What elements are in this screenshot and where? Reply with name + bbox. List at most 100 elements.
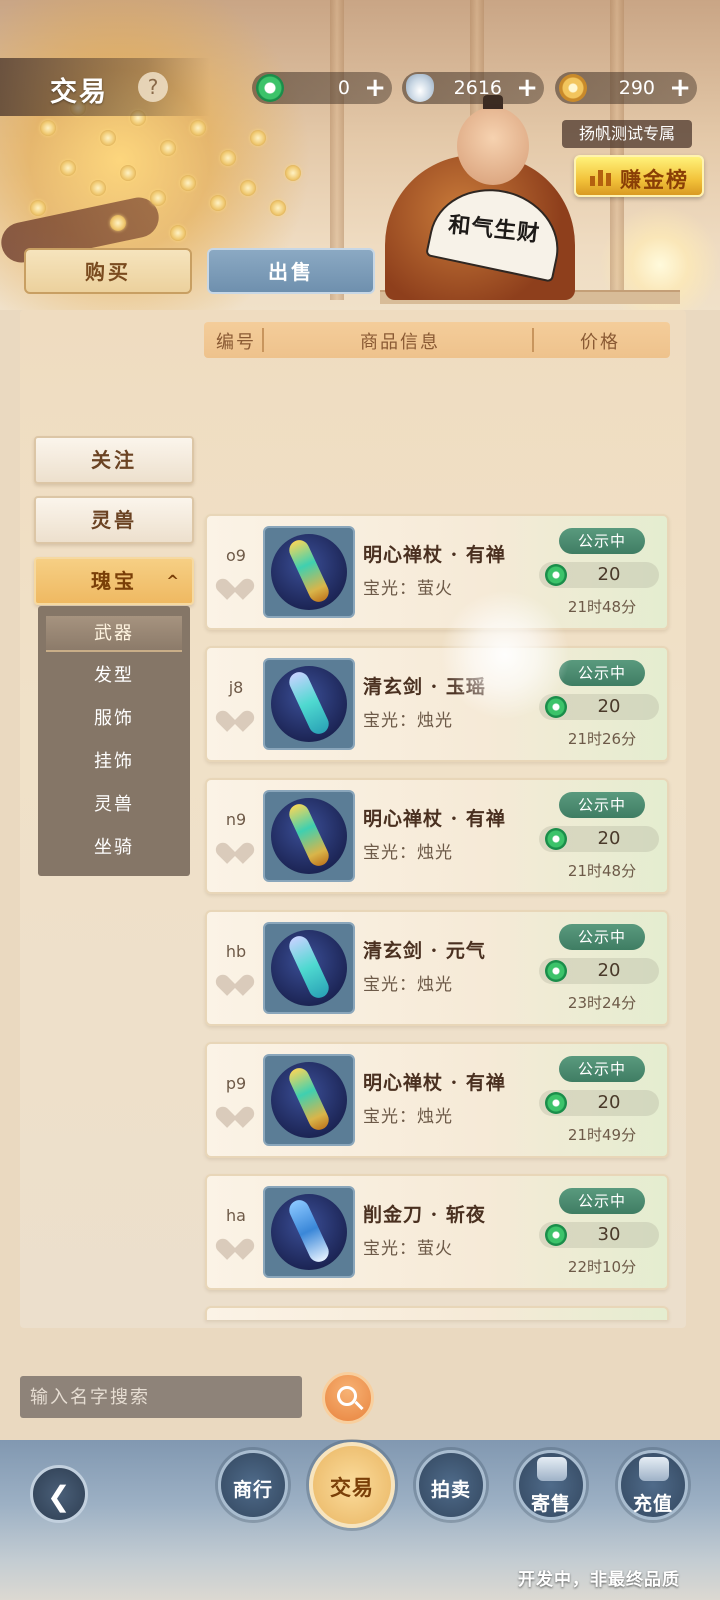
heart-icon[interactable] (222, 1230, 248, 1252)
submenu-item-hairstyle[interactable]: 发型 (38, 658, 190, 694)
earnings-rank-button[interactable]: 赚金榜 (574, 155, 704, 197)
listing-glow: 宝光：烛光 (363, 843, 453, 863)
sidebar-item-spirit-beast[interactable]: 灵兽 (34, 496, 194, 544)
listing-code: n9 (225, 810, 247, 829)
sidebar-item-treasure[interactable]: 瑰宝 ^ (34, 557, 194, 605)
search-input[interactable] (20, 1376, 302, 1418)
test-tag: 扬帆测试专属 (562, 120, 692, 148)
listing-row[interactable]: ha 削金刀 · 斩夜 宝光：萤火 公示中 30 22时10分 (205, 1174, 669, 1290)
listing-code: hb (225, 942, 247, 961)
submenu-item-accessory[interactable]: 挂饰 (38, 744, 190, 780)
nav-trade[interactable]: 交易 (309, 1442, 395, 1528)
listing-time: 21时48分 (567, 598, 637, 616)
gold-coin-icon (559, 74, 587, 102)
nav-auction-label: 拍卖 (430, 1479, 471, 1501)
search-button[interactable] (322, 1372, 374, 1424)
listing-row[interactable]: o9 明心禅杖 · 有禅 宝光：萤火 公示中 20 21时48分 (205, 514, 669, 630)
listing-price: 20 (539, 958, 659, 984)
item-thumbnail (263, 526, 355, 618)
currency-jade-value: 0 (337, 77, 350, 99)
bar-chart-icon (590, 168, 612, 186)
nav-auction[interactable]: 拍卖 (416, 1450, 486, 1520)
heart-icon[interactable] (222, 834, 248, 856)
listing-name: 清玄剑 · 玉瑶 (363, 676, 486, 698)
heart-icon[interactable] (222, 966, 248, 988)
listing-name: 明心禅杖 · 有禅 (363, 1072, 506, 1094)
jade-icon (545, 828, 567, 850)
help-icon[interactable]: ? (138, 72, 168, 102)
currency-silver: 2616 + (402, 72, 544, 104)
listing-glow: 宝光：萤火 (363, 1239, 453, 1259)
listing-glow: 宝光：萤火 (363, 579, 453, 599)
listing-price: 20 (539, 694, 659, 720)
price-value: 20 (597, 1092, 621, 1113)
listing-time: 21时49分 (567, 1126, 637, 1144)
status-badge: 公示中 (559, 1188, 645, 1214)
add-jade-button[interactable]: + (364, 73, 386, 103)
currency-gold-value: 290 (618, 77, 655, 99)
price-value: 20 (597, 696, 621, 717)
title-plate: 交易 ? (0, 58, 210, 116)
recharge-icon (639, 1457, 669, 1481)
sidebar-item-follow[interactable]: 关注 (34, 436, 194, 484)
listing-time: 23时24分 (567, 994, 637, 1012)
fan-text: 和气生财 (447, 211, 542, 248)
earnings-rank-label: 赚金榜 (620, 167, 689, 192)
item-thumbnail (263, 922, 355, 1014)
listing-time: 22时10分 (567, 1258, 637, 1276)
jade-icon (545, 564, 567, 586)
listing-glow: 宝光：烛光 (363, 975, 453, 995)
submenu-item-mount[interactable]: 坐骑 (38, 830, 190, 866)
listing-row[interactable]: p9 明心禅杖 · 有禅 宝光：烛光 公示中 20 21时49分 (205, 1042, 669, 1158)
listing-time: 21时48分 (567, 862, 637, 880)
heart-icon[interactable] (222, 570, 248, 592)
nav-recharge[interactable]: 充值 (618, 1450, 688, 1520)
nav-shop[interactable]: 商行 (218, 1450, 288, 1520)
listing-price: 20 (539, 562, 659, 588)
column-header: 编号 商品信息 价格 (204, 322, 670, 358)
listing-row-partial[interactable] (205, 1306, 669, 1320)
listing-price: 30 (539, 1222, 659, 1248)
price-value: 30 (597, 1224, 621, 1245)
status-badge: 公示中 (559, 924, 645, 950)
status-badge: 公示中 (559, 792, 645, 818)
listing-row[interactable]: hb 清玄剑 · 元气 宝光：烛光 公示中 20 23时24分 (205, 910, 669, 1026)
listing-price: 20 (539, 1090, 659, 1116)
item-thumbnail (263, 1054, 355, 1146)
jade-icon (256, 74, 284, 102)
add-silver-button[interactable]: + (516, 73, 538, 103)
column-info: 商品信息 (360, 332, 440, 353)
jade-icon (545, 1092, 567, 1114)
heart-icon[interactable] (222, 702, 248, 724)
back-button[interactable]: ❮ (30, 1465, 88, 1523)
tab-sell[interactable]: 出售 (207, 248, 375, 294)
listing-row[interactable]: j8 清玄剑 · 玉瑶 宝光：烛光 公示中 20 21时26分 (205, 646, 669, 762)
listing-code: p9 (225, 1074, 247, 1093)
tab-buy[interactable]: 购买 (24, 248, 192, 294)
column-id: 编号 (216, 332, 256, 353)
heart-icon[interactable] (222, 1098, 248, 1120)
listing-code: ha (226, 1206, 246, 1225)
sidebar-item-treasure-label: 瑰宝 (91, 569, 137, 593)
currency-gold: 290 + (555, 72, 697, 104)
nav-recharge-label: 充值 (632, 1493, 673, 1515)
item-thumbnail (263, 790, 355, 882)
listing-row[interactable]: n9 明心禅杖 · 有禅 宝光：烛光 公示中 20 21时48分 (205, 778, 669, 894)
add-gold-button[interactable]: + (669, 73, 691, 103)
submenu-item-weapon[interactable]: 武器 (46, 616, 182, 652)
submenu-item-outfit[interactable]: 服饰 (38, 701, 190, 737)
submenu-item-spirit-beast[interactable]: 灵兽 (38, 787, 190, 823)
jade-icon (545, 696, 567, 718)
price-value: 20 (597, 828, 621, 849)
listing-name: 清玄剑 · 元气 (363, 940, 486, 962)
status-badge: 公示中 (559, 528, 645, 554)
currency-jade: 0 + (252, 72, 392, 104)
jade-icon (545, 960, 567, 982)
nav-consign[interactable]: 寄售 (516, 1450, 586, 1520)
page-title: 交易 (50, 77, 108, 108)
item-thumbnail (263, 658, 355, 750)
back-arrow-icon: ❮ (47, 1480, 71, 1513)
listing-name: 明心禅杖 · 有禅 (363, 808, 506, 830)
listing-name: 削金刀 · 斩夜 (363, 1204, 486, 1226)
merchant-face (457, 107, 529, 185)
